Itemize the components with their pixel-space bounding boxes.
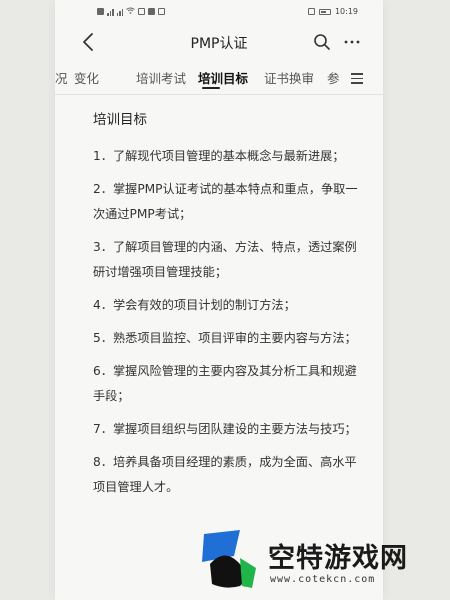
- goal-item: 5．熟悉项目监控、项目评审的主要内容与方法；: [93, 331, 357, 345]
- goal-item: 6．掌握风险管理的主要内容及其分析工具和规避手段；: [93, 364, 357, 403]
- more-horizontal-icon: [344, 40, 360, 44]
- signal-icon: [107, 8, 114, 16]
- goal-item: 8．培养具备项目经理的素质，成为全面、高水平项目管理人才。: [93, 455, 357, 494]
- watermark-url: www.cotekcn.com: [270, 574, 376, 585]
- watermark-logo-icon: [202, 530, 256, 588]
- tab-training-exam[interactable]: 培训考试: [136, 68, 186, 87]
- menu-icon[interactable]: [351, 73, 363, 84]
- signal-icon-2: [116, 8, 123, 16]
- status-bar: 10:19: [55, 0, 383, 24]
- search-icon: [314, 34, 330, 50]
- tab-partial-right[interactable]: 参: [327, 68, 340, 87]
- status-time: 10:19: [334, 7, 358, 16]
- active-tab-indicator: [202, 87, 220, 89]
- app-notification-icon-3: [158, 8, 165, 15]
- section-heading: 培训目标: [93, 112, 147, 128]
- navigation-bar: PMP认证: [55, 24, 383, 60]
- tab-divider: [55, 94, 383, 95]
- watermark: 空特游戏网 www.cotekcn.com: [200, 520, 440, 600]
- tab-certificate-renewal[interactable]: 证书换审: [264, 68, 314, 87]
- search-button[interactable]: [313, 33, 331, 51]
- status-icons-right: 10:19: [307, 7, 358, 16]
- battery-icon: [318, 8, 331, 15]
- tab-training-goals[interactable]: 培训目标: [198, 68, 248, 87]
- app-notification-icon: [138, 8, 145, 15]
- goal-item: 3．了解项目管理的内涵、方法、特点，透过案例研讨增强项目管理技能；: [93, 240, 357, 279]
- goal-item: 7．掌握项目组织与团队建设的主要方法与技巧；: [93, 422, 357, 436]
- tab-bar: 况 变化 培训考试 培训目标 证书换审 参: [55, 62, 383, 92]
- notification-icon: [97, 8, 104, 15]
- watermark-text: 空特游戏网: [268, 543, 408, 574]
- app-screen: 10:19 PMP认证 况 变化 培训考试 培训目标 证书换审 参 培训目标 1…: [55, 0, 383, 600]
- more-button[interactable]: [343, 29, 361, 55]
- goal-item: 1．了解现代项目管理的基本概念与最新进展；: [93, 149, 345, 163]
- page-title: PMP认证: [190, 36, 248, 52]
- article-content: 培训目标 1．了解现代项目管理的基本概念与最新进展； 2．掌握PMP认证考试的基…: [93, 108, 365, 508]
- goal-item: 2．掌握PMP认证考试的基本特点和重点，争取一次通过PMP考试；: [93, 182, 358, 221]
- wifi-icon: [126, 7, 135, 16]
- tab-partial-left[interactable]: 况: [55, 68, 68, 87]
- tab-changes[interactable]: 变化: [74, 68, 99, 87]
- app-notification-icon-2: [148, 8, 155, 15]
- vibrate-icon: [307, 8, 315, 15]
- goal-item: 4．学会有效的项目计划的制订方法；: [93, 298, 296, 312]
- status-icons-left: [97, 7, 165, 16]
